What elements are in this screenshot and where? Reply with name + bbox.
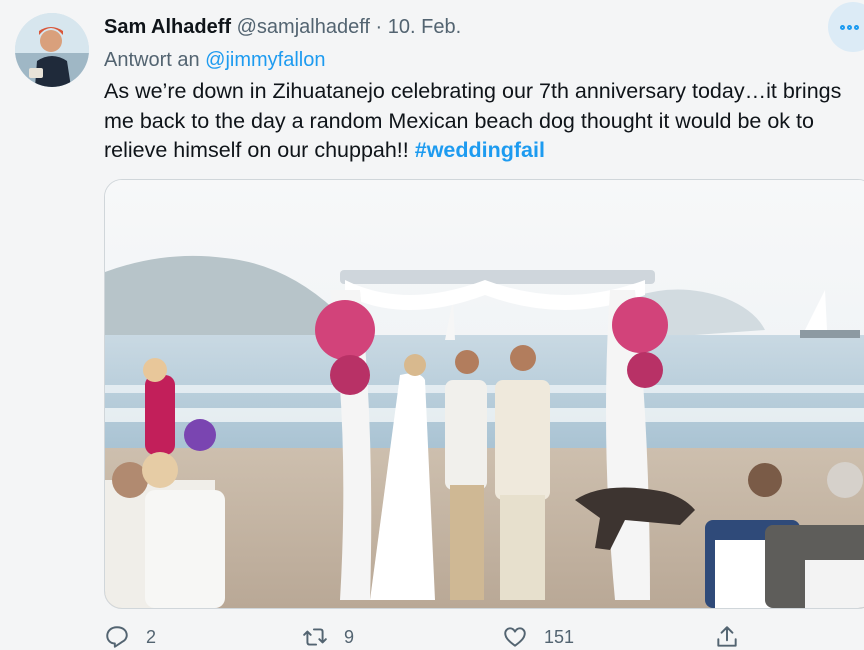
avatar-image (15, 13, 89, 87)
wedding-photo (105, 180, 864, 608)
reply-context: Antwort an @jimmyfallon (104, 46, 326, 74)
more-icon (854, 24, 859, 30)
separator-dot: · (375, 16, 383, 38)
author-name[interactable]: Sam Alhadeff (104, 16, 231, 38)
reply-prefix: Antwort an (104, 49, 200, 71)
retweet-count: 9 (344, 626, 355, 647)
tweet-date[interactable]: 10. Feb. (388, 16, 461, 38)
like-button[interactable]: 151 (502, 624, 574, 650)
share-button[interactable] (714, 624, 756, 650)
author-handle[interactable]: @samjalhadeff (237, 16, 370, 38)
tweet-actions: 2 9 151 (0, 620, 864, 649)
avatar[interactable] (15, 13, 89, 87)
tweet-photo[interactable] (104, 179, 864, 609)
tweet-header: Sam Alhadeff @samjalhadeff · 10. Feb. (104, 13, 461, 41)
like-count: 151 (544, 626, 575, 647)
share-icon (717, 626, 737, 647)
reply-icon (106, 626, 128, 648)
retweet-icon (303, 628, 327, 646)
retweet-button[interactable]: 9 (302, 624, 354, 650)
more-icon (840, 24, 845, 30)
reply-button[interactable]: 2 (104, 624, 156, 650)
tweet[interactable]: Sam Alhadeff @samjalhadeff · 10. Feb. An… (0, 0, 864, 649)
reply-count: 2 (146, 626, 157, 647)
heart-icon (504, 627, 526, 647)
hashtag-link[interactable]: #weddingfail (415, 138, 545, 162)
more-button[interactable] (828, 2, 864, 52)
tweet-text: As we’re down in Zihuatanejo celebrating… (104, 77, 854, 166)
more-icon (847, 24, 852, 30)
reply-mention-link[interactable]: @jimmyfallon (205, 49, 325, 71)
